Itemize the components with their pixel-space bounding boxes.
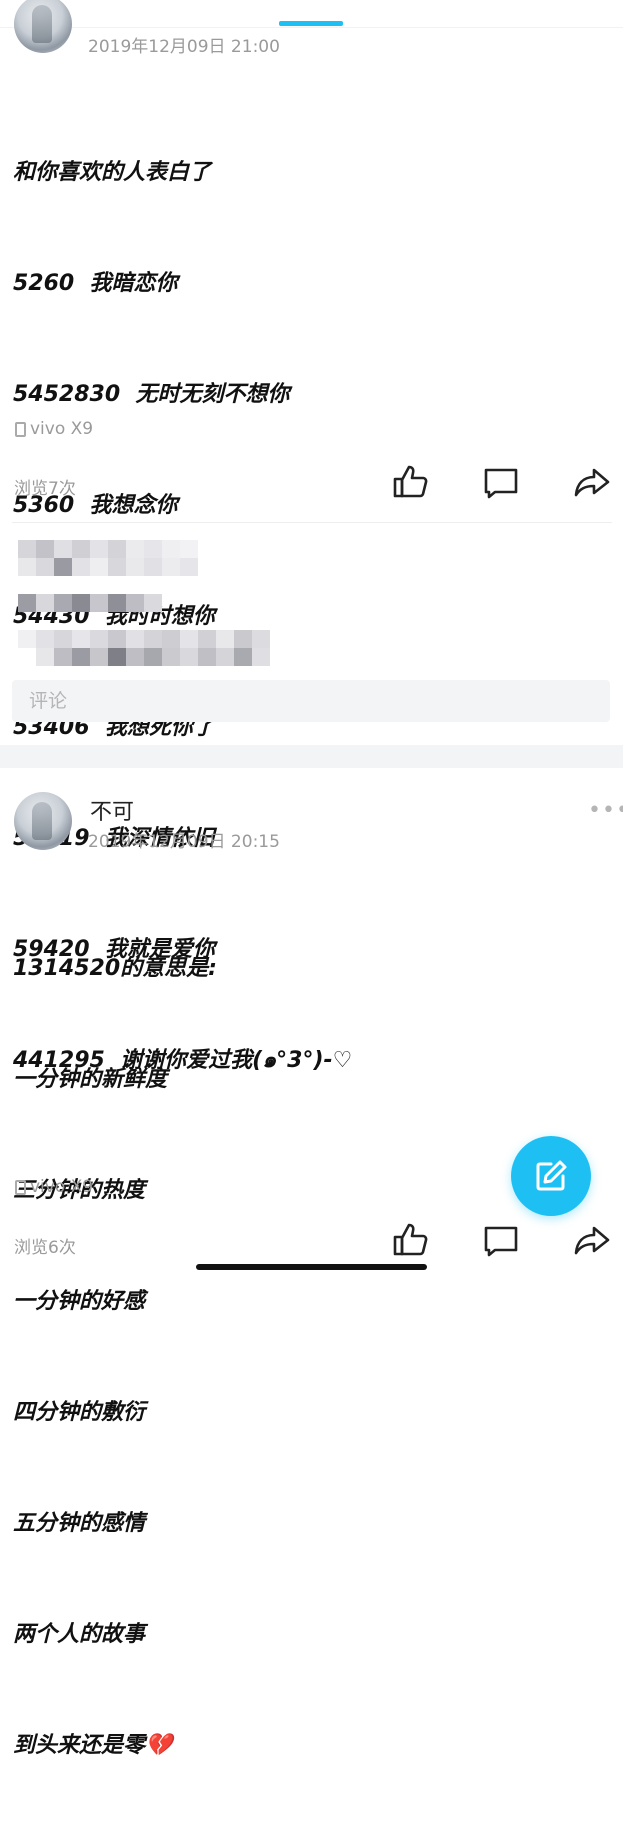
comment-input[interactable]: 评论	[12, 680, 610, 722]
view-count: 浏览7次	[14, 479, 76, 499]
thumbs-up-icon	[393, 1223, 428, 1256]
content-line: 到头来还是零💔	[13, 1733, 173, 1758]
avatar[interactable]	[14, 0, 72, 53]
comment-button[interactable]	[481, 1220, 521, 1260]
share-button[interactable]	[572, 1220, 612, 1260]
post-card: 2019年12月09日 21:00 和你喜欢的人表白了 5260 我暗恋你 54…	[0, 0, 623, 1073]
share-arrow-icon	[574, 468, 610, 497]
post-separator	[0, 745, 623, 768]
content-line: 1314520的意思是:	[13, 956, 217, 981]
content-line: 5260 我暗恋你	[13, 271, 178, 296]
device-name: vivo X9	[30, 419, 94, 439]
content-line: 四分钟的敷衍	[13, 1400, 146, 1425]
avatar[interactable]	[14, 792, 72, 850]
more-options-icon[interactable]: •••	[588, 798, 623, 823]
post-content: 1314520的意思是: 一分钟的新鲜度 三分钟的热度 一分钟的好感 四分钟的敷…	[13, 876, 217, 1838]
post-username[interactable]: 不可	[90, 794, 134, 826]
comment-bubble-icon	[484, 468, 518, 499]
comment-bubble-icon	[484, 1226, 518, 1257]
share-button[interactable]	[572, 462, 612, 502]
content-line: 一分钟的好感	[13, 1289, 146, 1314]
thumbs-up-icon	[393, 465, 428, 498]
device-label: vivo X9	[15, 419, 93, 439]
post-timestamp: 2019年12月09日 21:00	[88, 37, 280, 57]
content-line: 一分钟的新鲜度	[13, 1067, 168, 1092]
device-name: vivo X9	[30, 1177, 94, 1197]
content-line: 和你喜欢的人表白了	[13, 160, 212, 185]
like-button[interactable]	[390, 1220, 430, 1260]
post-timestamp: 2019年12月09日 20:15	[88, 832, 280, 852]
phone-icon	[15, 1179, 26, 1195]
compose-button[interactable]	[511, 1136, 591, 1216]
comment-preview-blurred	[0, 530, 623, 680]
phone-icon	[15, 421, 26, 437]
content-line: 五分钟的感情	[13, 1511, 146, 1536]
content-line: 两个人的故事	[13, 1622, 146, 1647]
like-button[interactable]	[390, 462, 430, 502]
share-arrow-icon	[574, 1226, 610, 1255]
device-label: vivo X9	[15, 1177, 93, 1197]
home-indicator[interactable]	[196, 1264, 427, 1270]
content-line: 5452830 无时无刻不想你	[13, 382, 290, 407]
compose-edit-icon	[536, 1160, 567, 1191]
view-count: 浏览6次	[14, 1238, 76, 1258]
divider	[12, 522, 612, 523]
comment-button[interactable]	[481, 462, 521, 502]
